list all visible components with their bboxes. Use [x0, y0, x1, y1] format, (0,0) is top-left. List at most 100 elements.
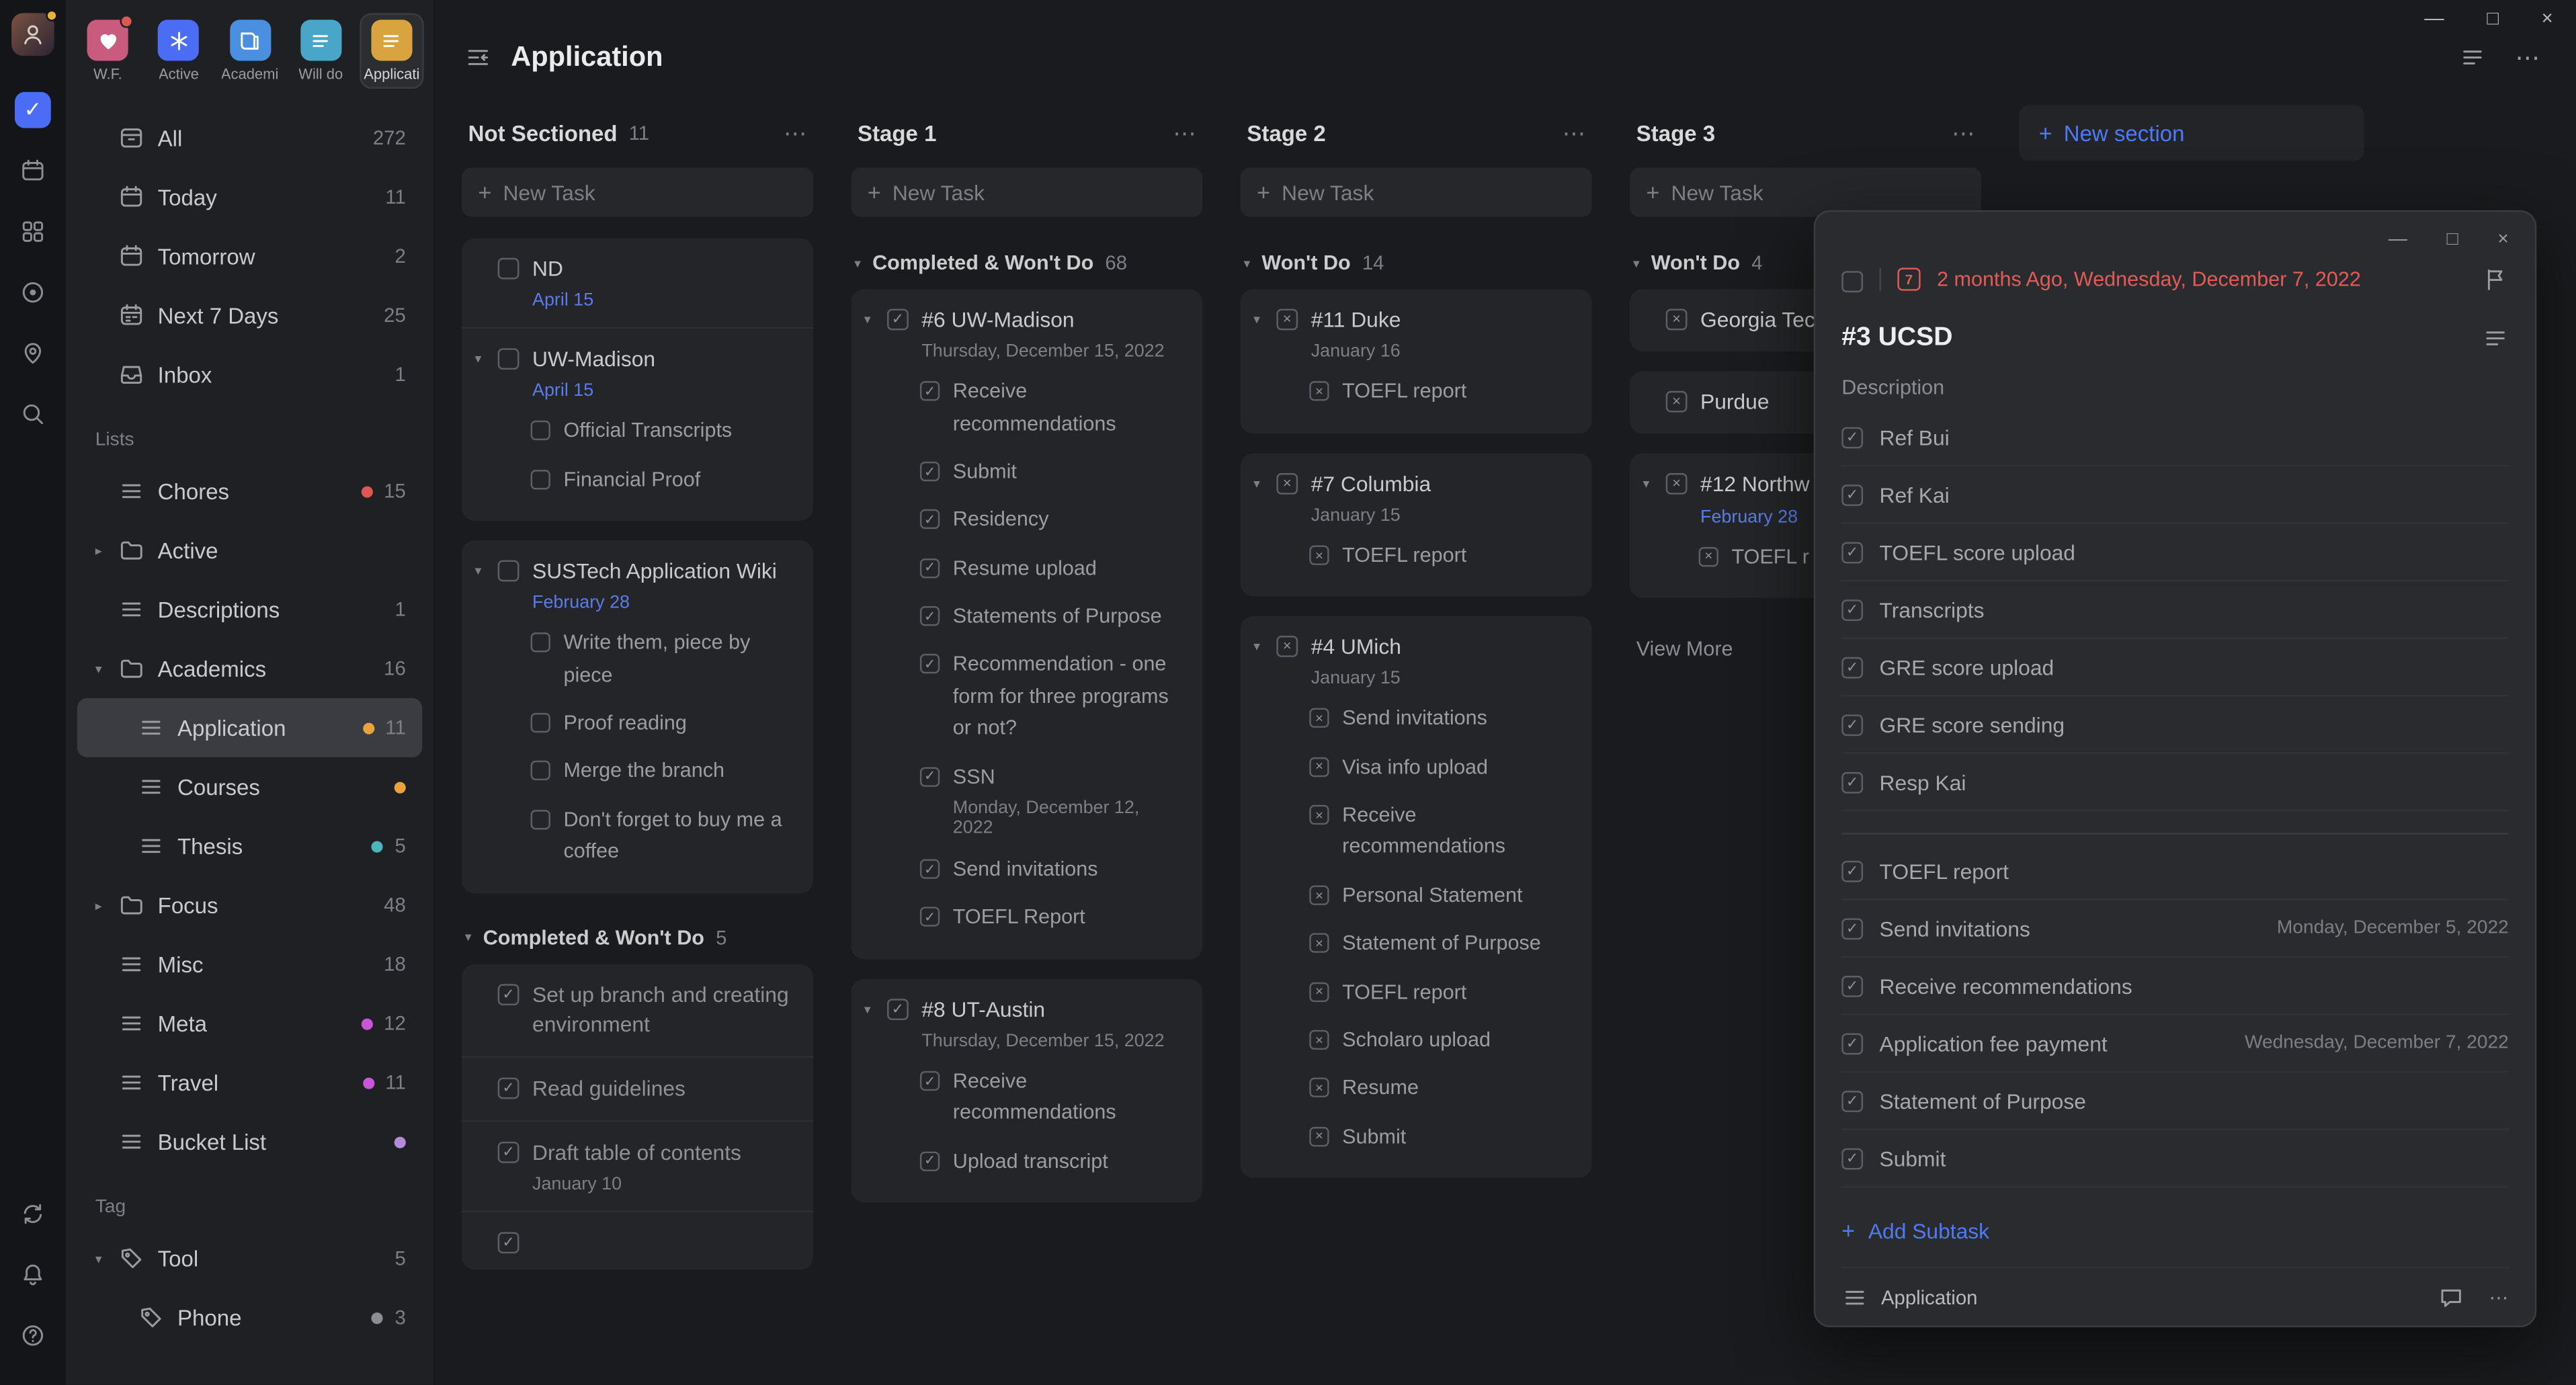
sidebar-item-next-7-days[interactable]: Next 7 Days25: [77, 286, 422, 345]
task-item[interactable]: ✓Draft table of contentsJanuary 10: [462, 1120, 813, 1211]
checkbox-checked[interactable]: ✓: [1841, 1032, 1863, 1054]
sidebar-item-phone[interactable]: Phone3: [77, 1288, 422, 1347]
rail-tasks-icon[interactable]: ✓: [15, 79, 51, 139]
sidebar-item-application[interactable]: Application11: [77, 698, 422, 757]
checkbox-checked[interactable]: ✓: [1841, 917, 1863, 939]
subtask-item[interactable]: ×TOEFL report: [1276, 968, 1572, 1017]
subtask-item[interactable]: ×Statement of Purpose: [1276, 920, 1572, 968]
checkbox-checked[interactable]: ✓: [1841, 657, 1863, 678]
task-item[interactable]: NDApril 15: [462, 238, 813, 327]
chevron-down-icon[interactable]: ▾: [864, 1001, 871, 1016]
checkbox-unchecked[interactable]: [531, 421, 550, 441]
subtask-row[interactable]: ✓Application fee paymentWednesday, Decem…: [1841, 1015, 2508, 1073]
subtask-item[interactable]: ×Resume: [1276, 1065, 1572, 1114]
chevron-down-icon[interactable]: ▾: [474, 564, 481, 579]
chevron-down-icon[interactable]: ▾: [1253, 639, 1260, 654]
checkbox-checked[interactable]: ✓: [1841, 714, 1863, 735]
checkbox-checked[interactable]: ✓: [920, 655, 940, 674]
checkbox-unchecked[interactable]: [531, 761, 550, 781]
checkbox-wontdo[interactable]: ×: [1309, 382, 1329, 401]
checkbox-checked[interactable]: ✓: [1841, 860, 1863, 882]
modal-more-icon[interactable]: ⋯: [2489, 1286, 2508, 1308]
checkbox-checked[interactable]: ✓: [1841, 426, 1863, 448]
task-item[interactable]: ✓: [462, 1211, 813, 1270]
checkbox-wontdo[interactable]: ×: [1309, 933, 1329, 953]
subtask-item[interactable]: ✓Statements of Purpose: [887, 593, 1183, 642]
sidebar-item-academics[interactable]: ▾Academics16: [77, 639, 422, 698]
checkbox-wontdo[interactable]: ×: [1309, 885, 1329, 905]
subtask-item[interactable]: Merge the branch: [498, 748, 794, 796]
checkbox-checked[interactable]: ✓: [498, 983, 520, 1005]
subtask-item[interactable]: ✓SSNMonday, December 12, 2022: [887, 753, 1183, 846]
checkbox-checked[interactable]: ✓: [887, 309, 909, 331]
task-item[interactable]: ✓Read guidelines: [462, 1056, 813, 1121]
checkbox-wontdo[interactable]: ×: [1309, 545, 1329, 564]
subtask-item[interactable]: ✓Receive recommendations: [887, 1058, 1183, 1138]
task-item[interactable]: ▾UW-MadisonApril 15Official TranscriptsF…: [462, 327, 813, 521]
chevron-right-icon[interactable]: ▸: [90, 543, 106, 558]
sidebar-item-misc[interactable]: Misc18: [77, 935, 422, 994]
rail-matrix-icon[interactable]: [15, 200, 51, 261]
checkbox-checked[interactable]: ✓: [887, 998, 909, 1019]
sidebar-item-meta[interactable]: Meta12: [77, 994, 422, 1053]
checkbox-checked[interactable]: ✓: [920, 558, 940, 577]
subtask-item[interactable]: ×Send invitations: [1276, 696, 1572, 744]
rail-calendar-icon[interactable]: [15, 140, 51, 200]
avatar[interactable]: [11, 13, 54, 56]
rail-focus-icon[interactable]: [15, 261, 51, 322]
checkbox-wontdo[interactable]: ×: [1309, 708, 1329, 728]
outline-icon[interactable]: [2483, 325, 2509, 351]
new-task-button[interactable]: +New Task: [851, 167, 1202, 216]
new-task-button[interactable]: +New Task: [1241, 167, 1592, 216]
checkbox-checked[interactable]: ✓: [1841, 541, 1863, 562]
subtask-item[interactable]: ×Receive recommendations: [1276, 792, 1572, 872]
checkbox-checked[interactable]: ✓: [920, 382, 940, 401]
sidebar-item-bucket-list[interactable]: Bucket List: [77, 1112, 422, 1171]
collapse-sidebar-icon[interactable]: [465, 44, 491, 71]
checkbox-checked[interactable]: ✓: [920, 1071, 940, 1091]
workspace-tab-will-do[interactable]: Will do: [288, 13, 353, 89]
maximize-button[interactable]: □: [2487, 7, 2499, 30]
sidebar-item-thesis[interactable]: Thesis5: [77, 816, 422, 876]
chevron-down-icon[interactable]: ▾: [1643, 477, 1650, 492]
checklist-item[interactable]: ✓GRE score upload: [1841, 639, 2508, 697]
column-more-icon[interactable]: ⋯: [1173, 119, 1196, 147]
checkbox-checked[interactable]: ✓: [498, 1232, 520, 1254]
checkbox-wontdo[interactable]: ×: [1699, 546, 1718, 566]
subtask-row[interactable]: ✓Submit: [1841, 1130, 2508, 1188]
sidebar-item-today[interactable]: Today11: [77, 167, 422, 226]
workspace-tab-active[interactable]: Active: [147, 13, 211, 89]
checklist-item[interactable]: ✓TOEFL score upload: [1841, 524, 2508, 582]
subtask-item[interactable]: ✓Recommendation - one form for three pro…: [887, 641, 1183, 753]
chevron-right-icon[interactable]: ▸: [90, 898, 106, 913]
sidebar-item-focus[interactable]: ▸Focus48: [77, 876, 422, 935]
checkbox-checked[interactable]: ✓: [920, 510, 940, 530]
checkbox-wontdo[interactable]: ×: [1309, 757, 1329, 776]
subtask-item[interactable]: ✓Submit: [887, 448, 1183, 497]
checklist-item[interactable]: ✓Ref Kai: [1841, 466, 2508, 524]
chevron-down-icon[interactable]: ▾: [1633, 255, 1640, 270]
minimize-button[interactable]: —: [2424, 7, 2444, 30]
new-task-button[interactable]: +New Task: [1630, 167, 1981, 216]
task-item[interactable]: ▾✓#6 UW-MadisonThursday, December 15, 20…: [851, 289, 1202, 959]
checkbox-checked[interactable]: ✓: [920, 767, 940, 786]
checkbox-checked[interactable]: ✓: [1841, 1090, 1863, 1111]
checkbox-checked[interactable]: ✓: [498, 1077, 520, 1099]
sync-icon[interactable]: [19, 1183, 46, 1243]
chevron-down-icon[interactable]: ▾: [465, 930, 472, 945]
chevron-down-icon[interactable]: ▾: [1243, 255, 1250, 270]
sidebar-item-tomorrow[interactable]: Tomorrow2: [77, 226, 422, 286]
workspace-tab-applicati[interactable]: Applicati: [360, 13, 424, 89]
modal-close-button[interactable]: ×: [2497, 230, 2508, 249]
column-more-icon[interactable]: ⋯: [1952, 119, 1975, 147]
subtask-item[interactable]: ×Submit: [1276, 1114, 1572, 1162]
chevron-down-icon[interactable]: ▾: [864, 312, 871, 327]
checkbox-wontdo[interactable]: ×: [1666, 474, 1688, 495]
checkbox-checked[interactable]: ✓: [1841, 484, 1863, 505]
task-item[interactable]: ▾SUSTech Application WikiFebruary 28Writ…: [462, 541, 813, 893]
subtask-item[interactable]: Write them, piece by piece: [498, 620, 794, 700]
new-section-button[interactable]: +New section: [2019, 105, 2364, 161]
column-more-icon[interactable]: ⋯: [1563, 119, 1585, 147]
chevron-down-icon[interactable]: ▾: [854, 255, 861, 270]
subtask-row[interactable]: ✓Send invitationsMonday, December 5, 202…: [1841, 900, 2508, 958]
